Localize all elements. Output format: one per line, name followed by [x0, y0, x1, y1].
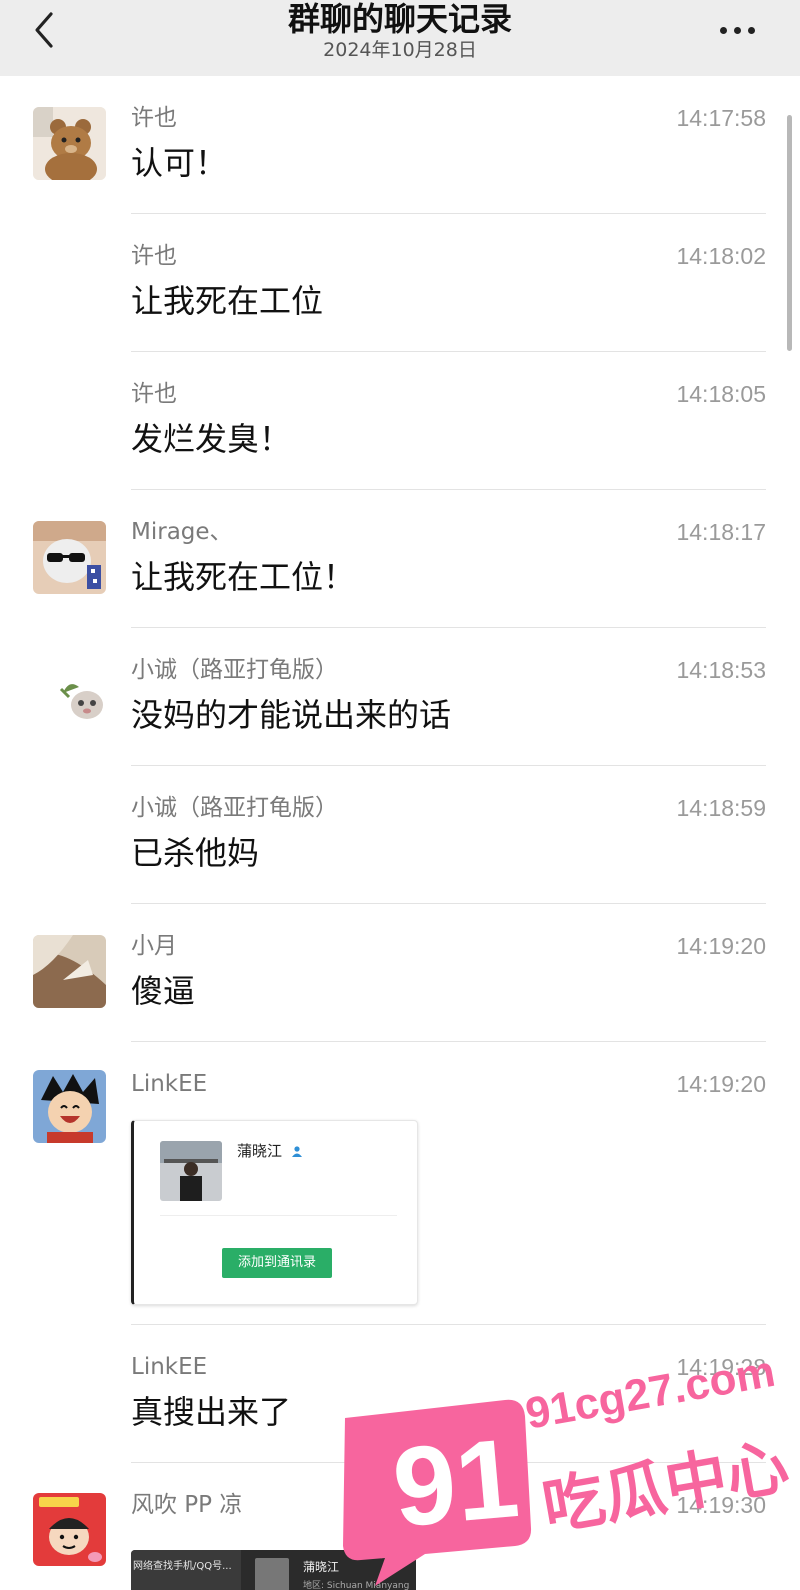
page-date: 2024年10月28日 [323, 39, 477, 61]
avatar[interactable] [33, 1070, 106, 1143]
avatar[interactable] [33, 1493, 106, 1566]
message-text: 让我死在工位！ [131, 558, 356, 596]
person-icon [291, 1146, 302, 1157]
sender-name: 小诚（路亚打龟版） [131, 657, 338, 683]
divider [131, 627, 766, 628]
message-time: 14:19:20 [676, 933, 766, 959]
sender-name: 许也 [131, 105, 177, 131]
message-time: 14:18:17 [676, 519, 766, 545]
contact-name-text: 蒲晓江 [237, 1142, 283, 1160]
sender-name: Mirage、 [131, 519, 233, 545]
message-time: 14:18:53 [676, 657, 766, 683]
avatar[interactable] [33, 521, 106, 594]
sender-name: 小诚（路亚打龟版） [131, 795, 338, 821]
card-divider [160, 1215, 397, 1216]
divider [131, 1324, 766, 1325]
cat-plant-avatar-icon [33, 659, 106, 732]
message-time: 14:17:58 [676, 105, 766, 131]
avatar[interactable] [33, 935, 106, 1008]
divider [131, 1041, 766, 1042]
divider [131, 765, 766, 766]
scrollbar[interactable] [787, 115, 792, 351]
contact-card[interactable]: 蒲晓江 添加到通讯录 [131, 1120, 418, 1305]
divider [131, 1462, 766, 1463]
sender-name: LinkEE [131, 1071, 208, 1097]
avatar[interactable] [33, 107, 106, 180]
sender-name: 小月 [131, 933, 177, 959]
teddy-bear-avatar-icon [33, 107, 106, 180]
message-time: 14:19:30 [676, 1492, 766, 1518]
cat-sunglasses-avatar-icon [33, 521, 106, 594]
contact-photo [255, 1558, 289, 1590]
message-time: 14:18:59 [676, 795, 766, 821]
divider [131, 351, 766, 352]
contact-name: 蒲晓江 [303, 1560, 340, 1574]
message-list[interactable]: 许也 14:17:58 认可！ 许也 14:18:02 让我死在工位 许也 14… [0, 76, 800, 1590]
message-text: 认可！ [131, 144, 228, 182]
fabric-avatar-icon [33, 935, 106, 1008]
message-text: 让我死在工位 [131, 282, 324, 320]
message-text: 没妈的才能说出来的话 [131, 696, 452, 734]
more-dots-icon[interactable] [716, 18, 760, 42]
message-time: 14:19:20 [676, 1071, 766, 1097]
message-time: 14:18:02 [676, 243, 766, 269]
avatar[interactable] [33, 659, 106, 732]
cartoon-red-avatar-icon [33, 1493, 106, 1566]
divider [131, 903, 766, 904]
contact-region: 地区: Sichuan Mianyang [303, 1581, 410, 1590]
add-to-contacts-button[interactable]: 添加到通讯录 [222, 1248, 332, 1278]
top-bar: 群聊的聊天记录 2024年10月28日 [0, 0, 800, 76]
sender-name: LinkEE [131, 1354, 208, 1380]
contact-photo [160, 1141, 222, 1201]
sender-name: 风吹 PP 凉 [131, 1492, 243, 1518]
message-text: 真搜出来了 [131, 1393, 292, 1431]
divider [131, 489, 766, 490]
search-result-text: 网络查找手机/QQ号... [131, 1550, 241, 1590]
contact-name: 蒲晓江 [237, 1141, 303, 1161]
message-text: 傻逼 [131, 972, 196, 1010]
cartoon-boy-avatar-icon [33, 1070, 106, 1143]
page-title: 群聊的聊天记录 [287, 0, 512, 38]
message-text: 发烂发臭！ [131, 420, 292, 458]
divider [131, 213, 766, 214]
contact-card[interactable]: 网络查找手机/QQ号... 蒲晓江 地区: Sichuan Mianyang [131, 1550, 416, 1590]
message-time: 14:19:28 [676, 1354, 766, 1380]
sender-name: 许也 [131, 243, 177, 269]
message-text: 已杀他妈 [131, 834, 260, 872]
message-time: 14:18:05 [676, 381, 766, 407]
sender-name: 许也 [131, 381, 177, 407]
